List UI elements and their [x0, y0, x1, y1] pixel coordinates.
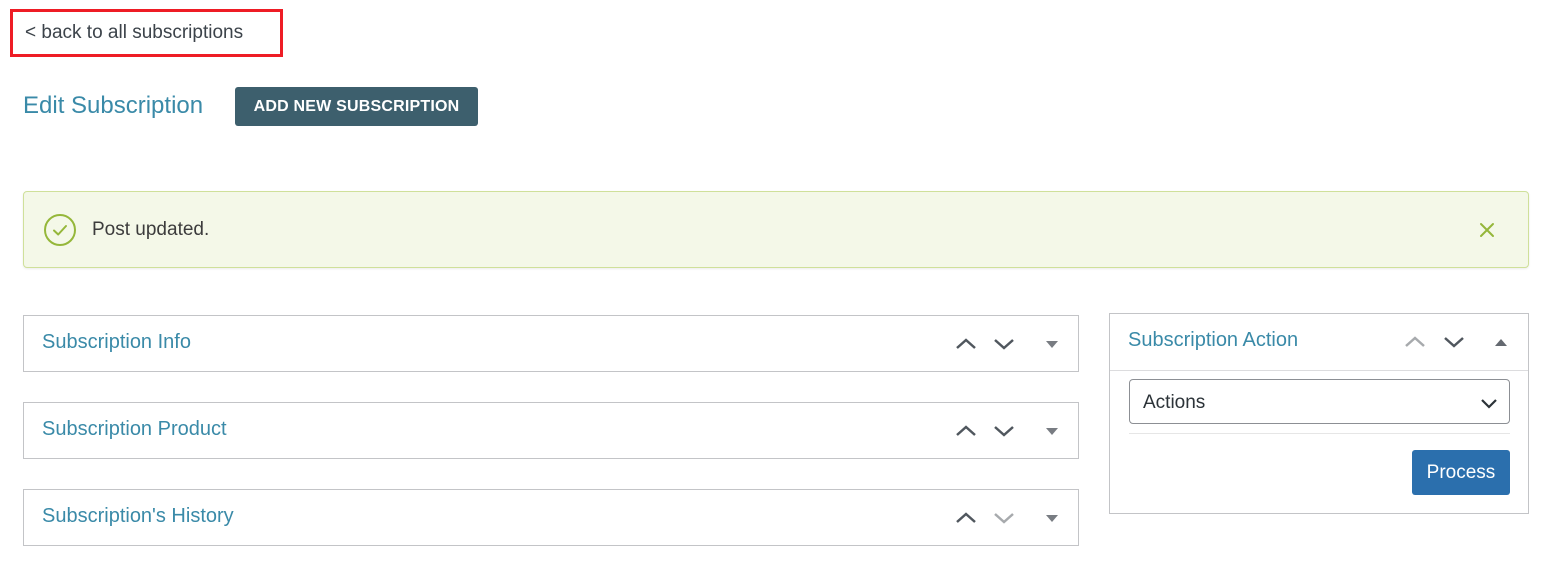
postbox-header[interactable]: Subscription Product	[24, 403, 1078, 459]
move-up-button[interactable]	[952, 417, 980, 445]
move-up-button[interactable]	[1401, 328, 1429, 356]
close-icon	[1480, 223, 1494, 237]
chevron-down-icon	[994, 513, 1014, 524]
move-down-button[interactable]	[990, 504, 1018, 532]
move-down-button[interactable]	[1440, 328, 1468, 356]
chevron-up-icon	[956, 338, 976, 349]
caret-down-icon	[1046, 341, 1058, 348]
back-to-subscriptions-link[interactable]: < back to all subscriptions	[25, 22, 243, 44]
postbox-subscription-product: Subscription Product	[23, 402, 1079, 459]
success-notice: Post updated.	[23, 191, 1529, 268]
chevron-up-icon	[956, 425, 976, 436]
chevron-down-icon	[1481, 399, 1497, 409]
chevron-down-icon	[994, 426, 1014, 437]
toggle-panel-button[interactable]	[1038, 330, 1066, 358]
postbox-header[interactable]: Subscription Info	[24, 316, 1078, 372]
postbox-title: Subscription Product	[42, 418, 227, 440]
toggle-panel-button[interactable]	[1487, 328, 1515, 356]
move-down-button[interactable]	[990, 417, 1018, 445]
actions-select-value: Actions	[1143, 392, 1206, 413]
move-down-button[interactable]	[990, 330, 1018, 358]
actions-select[interactable]: Actions	[1129, 379, 1510, 424]
chevron-up-icon	[1405, 336, 1425, 347]
postbox-subscription-action: Subscription Action Actions Process	[1109, 313, 1529, 514]
process-button[interactable]: Process	[1412, 450, 1510, 495]
postbox-title: Subscription Action	[1128, 329, 1299, 351]
caret-up-icon	[1495, 339, 1507, 346]
postbox-subscription-info: Subscription Info	[23, 315, 1079, 372]
postbox-header[interactable]: Subscription's History	[24, 490, 1078, 546]
chevron-down-icon	[1444, 337, 1464, 348]
add-new-subscription-button[interactable]: ADD NEW SUBSCRIPTION	[235, 87, 478, 126]
chevron-up-icon	[956, 512, 976, 523]
back-link-highlight: < back to all subscriptions	[10, 9, 283, 57]
toggle-panel-button[interactable]	[1038, 504, 1066, 532]
postbox-title: Subscription Info	[42, 331, 191, 353]
move-up-button[interactable]	[952, 504, 980, 532]
caret-down-icon	[1046, 428, 1058, 435]
page-title: Edit Subscription	[23, 92, 204, 119]
caret-down-icon	[1046, 515, 1058, 522]
notice-message: Post updated.	[92, 219, 210, 240]
postbox-title: Subscription's History	[42, 505, 234, 527]
check-circle-icon	[44, 214, 76, 246]
postbox-header[interactable]: Subscription Action	[1110, 314, 1528, 371]
dismiss-notice-button[interactable]	[1474, 217, 1500, 243]
postbox-subscription-history: Subscription's History	[23, 489, 1079, 546]
move-up-button[interactable]	[952, 330, 980, 358]
chevron-down-icon	[994, 339, 1014, 350]
toggle-panel-button[interactable]	[1038, 417, 1066, 445]
divider	[1129, 433, 1510, 434]
